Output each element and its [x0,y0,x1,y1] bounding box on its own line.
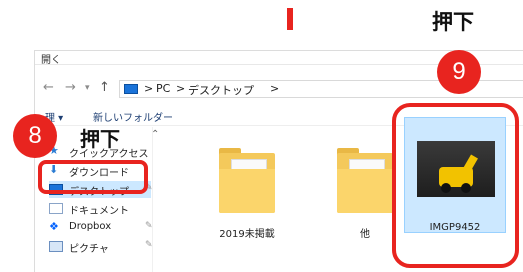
forward-arrow-icon[interactable]: → [65,80,76,95]
dropbox-icon: ❖ [49,220,59,233]
press-annotation-8: 押下 [80,127,120,151]
breadcrumb-separator: > [144,82,154,95]
step-badge-8: 8 [13,114,57,158]
pin-icon[interactable]: ✎ [145,221,153,231]
breadcrumb-separator: > [176,82,186,95]
breadcrumb-desktop[interactable]: デスクトップ [188,82,254,98]
document-icon [49,203,63,214]
folder-icon[interactable] [337,148,393,213]
highlight-box-desktop [38,160,148,194]
sidebar-item-label: ピクチャ [69,244,109,255]
new-folder-button[interactable]: 新しいフォルダー [93,109,173,124]
up-arrow-icon[interactable]: ↑ [99,80,110,95]
pin-icon[interactable]: ✎ [145,240,153,250]
recent-chevron-icon[interactable]: ▾ [85,83,90,93]
folder-front [219,169,275,213]
breadcrumb-separator: > [270,82,280,95]
red-marker [287,8,293,30]
back-arrow-icon[interactable]: ← [43,80,54,95]
breadcrumb-pc[interactable]: PC [156,82,170,95]
pc-icon [124,84,138,94]
sidebar-item-dropbox[interactable]: ❖ Dropbox ✎ [49,219,153,236]
sidebar-item-label: Dropbox [69,221,112,232]
folder-front [337,169,393,213]
sidebar-item-pictures[interactable]: ピクチャ ✎ [49,238,153,255]
press-annotation-top: 押下 [432,10,474,34]
step-badge-9: 9 [437,50,481,94]
window-title: 開く [41,55,61,66]
sidebar-item-documents[interactable]: ドキュメント [49,200,151,217]
sidebar-item-label: ドキュメント [69,206,129,217]
pictures-icon [49,241,63,252]
highlight-box-image [392,103,519,268]
folder-icon[interactable] [219,148,275,213]
file-item-label[interactable]: 2019未掲載 [207,225,287,240]
